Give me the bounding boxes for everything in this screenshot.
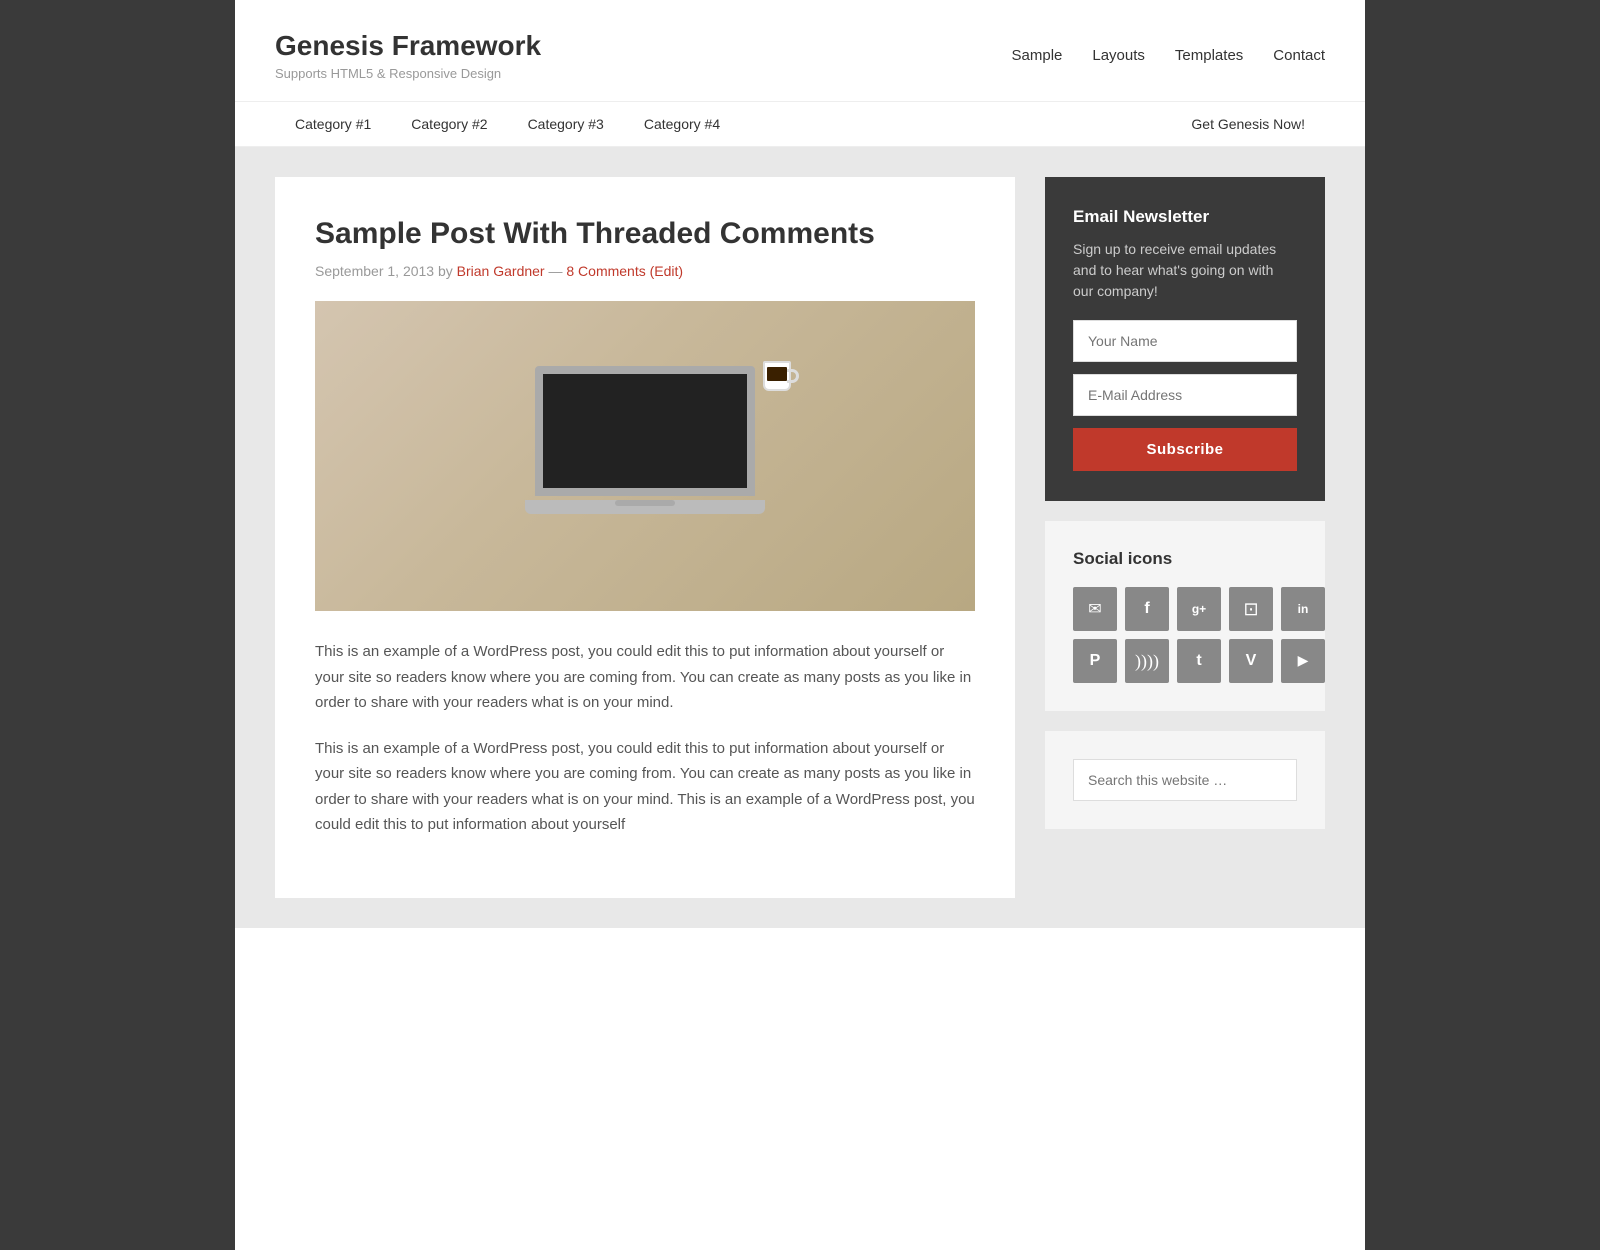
newsletter-email-input[interactable] — [1073, 374, 1297, 416]
laptop-illustration — [515, 366, 775, 546]
nav-category-4[interactable]: Category #4 — [624, 102, 740, 146]
newsletter-description: Sign up to receive email updates and to … — [1073, 239, 1297, 302]
subscribe-button[interactable]: Subscribe — [1073, 428, 1297, 471]
cup-body — [763, 361, 791, 391]
content-wrapper: Sample Post With Threaded Comments Septe… — [235, 147, 1365, 928]
newsletter-name-input[interactable] — [1073, 320, 1297, 362]
secondary-nav-left: Category #1 Category #2 Category #3 Cate… — [275, 102, 740, 146]
linkedin-icon[interactable]: in — [1281, 587, 1325, 631]
instagram-icon[interactable]: ⊡ — [1229, 587, 1273, 631]
site-branding: Genesis Framework Supports HTML5 & Respo… — [275, 30, 541, 81]
cup-handle — [787, 369, 799, 383]
google-plus-icon[interactable]: g+ — [1177, 587, 1221, 631]
newsletter-title: Email Newsletter — [1073, 207, 1297, 227]
post-date: September 1, 2013 by — [315, 263, 453, 279]
main-nav: Sample Layouts Templates Contact — [1012, 47, 1325, 64]
social-icons-grid: ✉ f g+ ⊡ in P )))) t V ▶ — [1073, 587, 1297, 683]
post-body: This is an example of a WordPress post, … — [315, 639, 975, 838]
social-title: Social icons — [1073, 549, 1297, 569]
site-tagline: Supports HTML5 & Responsive Design — [275, 66, 541, 81]
cup-coffee — [767, 367, 787, 381]
post-paragraph-1: This is an example of a WordPress post, … — [315, 639, 975, 716]
search-input[interactable] — [1073, 759, 1297, 801]
sidebar: Email Newsletter Sign up to receive emai… — [1045, 177, 1325, 829]
rss-icon[interactable]: )))) — [1125, 639, 1169, 683]
post-meta: September 1, 2013 by Brian Gardner — 8 C… — [315, 263, 975, 279]
laptop-base — [525, 500, 765, 514]
nav-category-1[interactable]: Category #1 — [275, 102, 391, 146]
nav-category-3[interactable]: Category #3 — [508, 102, 624, 146]
nav-contact[interactable]: Contact — [1273, 47, 1325, 64]
newsletter-form: Subscribe — [1073, 320, 1297, 471]
facebook-icon[interactable]: f — [1125, 587, 1169, 631]
secondary-nav: Category #1 Category #2 Category #3 Cate… — [235, 102, 1365, 147]
site-title: Genesis Framework — [275, 30, 541, 62]
vimeo-icon[interactable]: V — [1229, 639, 1273, 683]
twitter-icon[interactable]: t — [1177, 639, 1221, 683]
pinterest-icon[interactable]: P — [1073, 639, 1117, 683]
widget-social: Social icons ✉ f g+ ⊡ in P )))) t V ▶ — [1045, 521, 1325, 711]
nav-category-2[interactable]: Category #2 — [391, 102, 507, 146]
widget-newsletter: Email Newsletter Sign up to receive emai… — [1045, 177, 1325, 501]
laptop-screen-inner — [543, 374, 747, 488]
post-title: Sample Post With Threaded Comments — [315, 217, 975, 251]
laptop-screen — [535, 366, 755, 496]
nav-get-genesis[interactable]: Get Genesis Now! — [1171, 102, 1325, 146]
nav-layouts[interactable]: Layouts — [1092, 47, 1145, 64]
email-icon[interactable]: ✉ — [1073, 587, 1117, 631]
youtube-icon[interactable]: ▶ — [1281, 639, 1325, 683]
post-paragraph-2: This is an example of a WordPress post, … — [315, 736, 975, 838]
main-content: Sample Post With Threaded Comments Septe… — [275, 177, 1015, 898]
coffee-cup — [763, 361, 795, 397]
nav-sample[interactable]: Sample — [1012, 47, 1063, 64]
nav-templates[interactable]: Templates — [1175, 47, 1243, 64]
laptop-scene — [315, 301, 975, 611]
post-dash: — — [548, 263, 566, 279]
post-author-link[interactable]: Brian Gardner — [457, 263, 545, 279]
post-comments-link[interactable]: 8 Comments (Edit) — [566, 263, 683, 279]
secondary-nav-right: Get Genesis Now! — [1171, 102, 1325, 146]
post-image — [315, 301, 975, 611]
widget-search — [1045, 731, 1325, 829]
site-header: Genesis Framework Supports HTML5 & Respo… — [235, 0, 1365, 102]
